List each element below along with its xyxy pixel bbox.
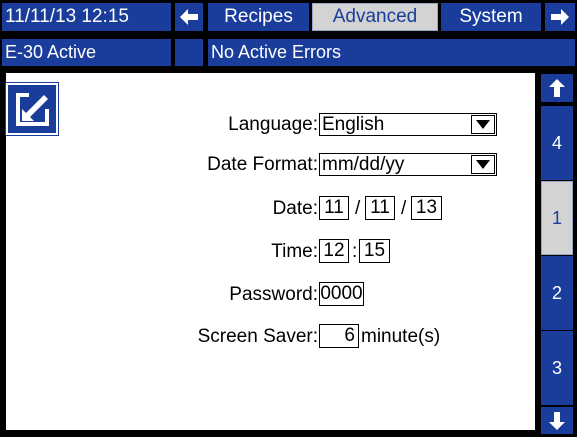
page-button-3[interactable]: 3 — [541, 331, 573, 405]
chevron-down-icon — [471, 115, 495, 134]
page-button-4[interactable]: 4 — [541, 106, 573, 180]
screensaver-unit: minute(s) — [361, 326, 441, 347]
scroll-down-button[interactable] — [541, 407, 573, 434]
date-format-label: Date Format: — [207, 154, 318, 175]
arrow-down-icon — [549, 411, 565, 430]
scroll-up-button[interactable] — [541, 74, 573, 102]
mode-status: E-30 Active — [2, 39, 171, 66]
nav-left-button[interactable] — [175, 3, 203, 31]
screensaver-field[interactable]: 6 — [319, 324, 359, 348]
page-button-2[interactable]: 2 — [541, 256, 573, 330]
time-hour-field[interactable]: 12 — [319, 239, 349, 263]
arrow-left-icon — [180, 9, 198, 25]
date-month-field[interactable]: 11 — [319, 196, 349, 220]
password-field[interactable]: 0000 — [319, 282, 364, 306]
error-status: No Active Errors — [208, 39, 575, 66]
date-format-value: mm/dd/yy — [322, 153, 405, 175]
screensaver-label: Screen Saver: — [197, 326, 318, 347]
language-label: Language: — [228, 114, 318, 135]
arrow-right-icon — [551, 9, 569, 25]
datetime-display: 11/11/13 12:15 — [2, 3, 171, 31]
edit-icon[interactable] — [5, 82, 59, 136]
tab-recipes[interactable]: Recipes — [208, 3, 309, 31]
settings-panel: Language: English Date Format: mm/dd/yy … — [5, 73, 535, 430]
page-button-1[interactable]: 1 — [541, 181, 573, 255]
date-year-field[interactable]: 13 — [411, 196, 442, 220]
time-separator: : — [352, 241, 358, 262]
language-select[interactable]: English — [319, 113, 497, 136]
date-separator: / — [401, 198, 407, 219]
tab-system[interactable]: System — [441, 3, 541, 31]
date-format-select[interactable]: mm/dd/yy — [319, 153, 497, 176]
date-label: Date: — [272, 198, 318, 219]
nav-right-button[interactable] — [545, 3, 575, 31]
status-spacer — [175, 39, 203, 66]
language-value: English — [322, 113, 385, 135]
date-separator: / — [355, 198, 361, 219]
time-minute-field[interactable]: 15 — [359, 239, 390, 263]
date-day-field[interactable]: 11 — [365, 196, 395, 220]
tab-advanced[interactable]: Advanced — [312, 3, 438, 31]
chevron-down-icon — [471, 155, 495, 174]
arrow-up-icon — [549, 79, 565, 97]
time-label: Time: — [271, 241, 318, 262]
password-label: Password: — [229, 284, 318, 305]
